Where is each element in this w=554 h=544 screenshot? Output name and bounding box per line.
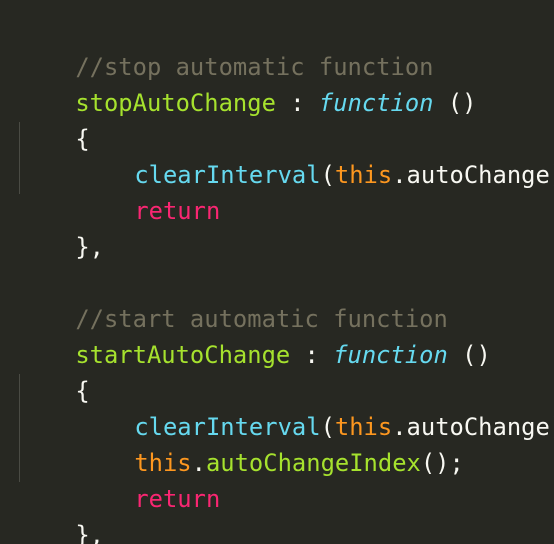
code-line-3[interactable]: { <box>18 85 89 153</box>
close-brace: }, <box>75 521 104 544</box>
call-end: (); <box>420 449 464 477</box>
member-access: .autoChange <box>392 161 550 189</box>
this-keyword: this <box>334 161 393 189</box>
code-editor[interactable]: //stop automatic function stopAutoChange… <box>0 0 554 544</box>
code-line-11[interactable]: clearInterval(this.autoChange); <box>77 373 554 441</box>
function-name: startAutoChange <box>75 341 291 369</box>
code-line-10[interactable]: { <box>18 337 89 405</box>
code-line-5[interactable]: return <box>77 157 220 225</box>
separator: : <box>275 89 319 117</box>
code-line-1[interactable]: //stop automatic function <box>18 13 433 81</box>
code-line-2[interactable]: stopAutoChange : function () <box>18 49 476 117</box>
paren: ( <box>320 161 335 189</box>
params: () <box>433 89 477 117</box>
close-brace: }, <box>75 233 104 261</box>
code-line-14[interactable]: }, <box>18 481 104 544</box>
code-line-13[interactable]: return <box>77 445 220 513</box>
code-line-9[interactable]: startAutoChange : function () <box>18 301 491 369</box>
code-line-12[interactable]: this.autoChangeIndex(); <box>77 409 464 477</box>
code-line-6[interactable]: }, <box>18 193 104 261</box>
return-keyword: return <box>134 485 221 513</box>
method-call: autoChangeIndex <box>205 449 421 477</box>
code-line-8[interactable]: //start automatic function <box>18 265 448 333</box>
function-keyword: function <box>333 341 448 369</box>
function-name: stopAutoChange <box>75 89 276 117</box>
function-keyword: function <box>318 89 434 117</box>
call-end: ); <box>550 413 554 441</box>
return-keyword: return <box>134 197 221 225</box>
params: () <box>447 341 491 369</box>
code-line-4[interactable]: clearInterval(this.autoChange); <box>77 121 554 189</box>
separator: : <box>290 341 334 369</box>
call-end: ); <box>550 161 554 189</box>
